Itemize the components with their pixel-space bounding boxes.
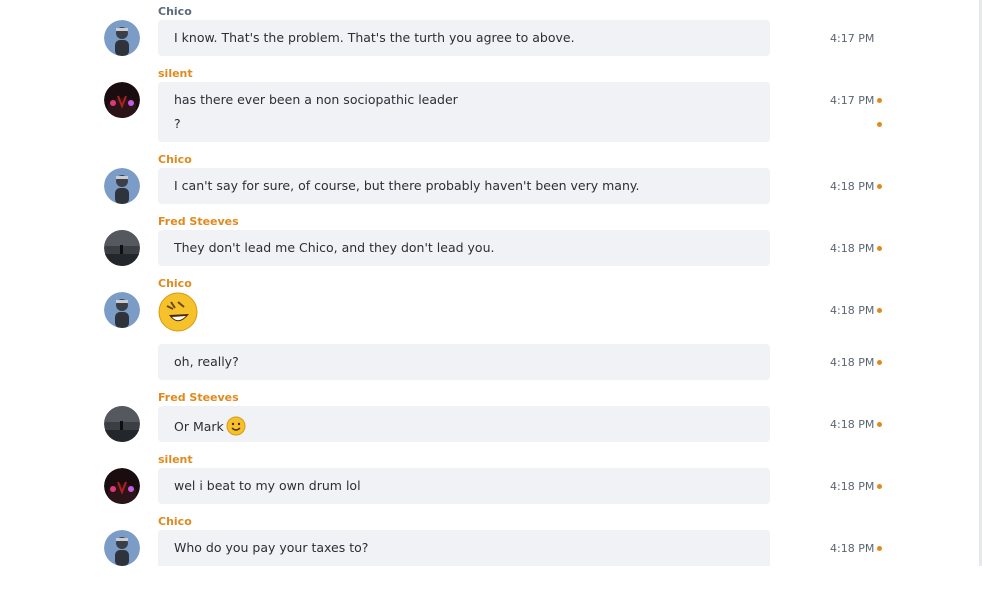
message-time: 4:18 PM [830,480,875,493]
author-name[interactable]: Chico [158,5,192,18]
author-name[interactable]: Chico [158,277,192,290]
message-bubble[interactable]: I can't say for sure, of course, but the… [158,168,770,204]
unread-dot [877,308,882,313]
avatar-chico[interactable] [104,292,140,328]
message-time: 4:17 PM [830,32,875,45]
message-bubble[interactable]: They don't lead me Chico, and they don't… [158,230,770,266]
avatar-silent[interactable] [104,468,140,504]
unread-dot [877,246,882,251]
avatar-chico[interactable] [104,20,140,56]
message-time: 4:18 PM [830,242,875,255]
author-name[interactable]: Fred Steeves [158,215,239,228]
message-time: 4:18 PM [830,356,875,369]
message-time: 4:18 PM [830,418,875,431]
smile-emoji[interactable] [226,416,246,439]
message-text: I can't say for sure, of course, but the… [174,178,640,193]
message-bubble[interactable]: I know. That's the problem. That's the t… [158,20,770,56]
avatar-fred[interactable] [104,230,140,266]
author-name[interactable]: silent [158,453,193,466]
message-text: They don't lead me Chico, and they don't… [174,240,495,255]
unread-dot [877,98,882,103]
avatar-fred[interactable] [104,406,140,442]
message-text: Who do you pay your taxes to? [174,540,369,555]
message-time: 4:18 PM [830,180,875,193]
message-text: I know. That's the problem. That's the t… [174,30,575,45]
message-text: has there ever been a non sociopathic le… [174,92,458,107]
author-name[interactable]: Chico [158,153,192,166]
author-name[interactable]: silent [158,67,193,80]
avatar-chico[interactable] [104,530,140,566]
avatar-chico[interactable] [104,168,140,204]
unread-dot [877,484,882,489]
author-name[interactable]: Fred Steeves [158,391,239,404]
unread-dot [877,546,882,551]
message-text: Or Mark [174,416,246,439]
message-time: 4:17 PM [830,94,875,107]
message-bubble[interactable]: has there ever been a non sociopathic le… [158,82,770,142]
message-bubble[interactable]: Or Mark [158,406,770,442]
laughing-emoji[interactable] [158,292,198,336]
message-bubble[interactable]: wel i beat to my own drum lol [158,468,770,504]
message-text: oh, really? [174,354,239,369]
avatar-silent[interactable] [104,82,140,118]
message-text-content: Or Mark [174,419,224,434]
unread-dot [877,422,882,427]
message-bubble[interactable]: Who do you pay your taxes to? [158,530,770,566]
message-time: 4:18 PM [830,304,875,317]
unread-dot [877,360,882,365]
message-bubble[interactable]: oh, really? [158,344,770,380]
unread-dot [877,184,882,189]
chat-history[interactable]: Chico I know. That's the problem. That's… [0,0,982,566]
message-text: ? [174,116,181,131]
message-text: wel i beat to my own drum lol [174,478,361,493]
author-name[interactable]: Chico [158,515,192,528]
unread-dot [877,122,882,127]
message-time: 4:18 PM [830,542,875,555]
